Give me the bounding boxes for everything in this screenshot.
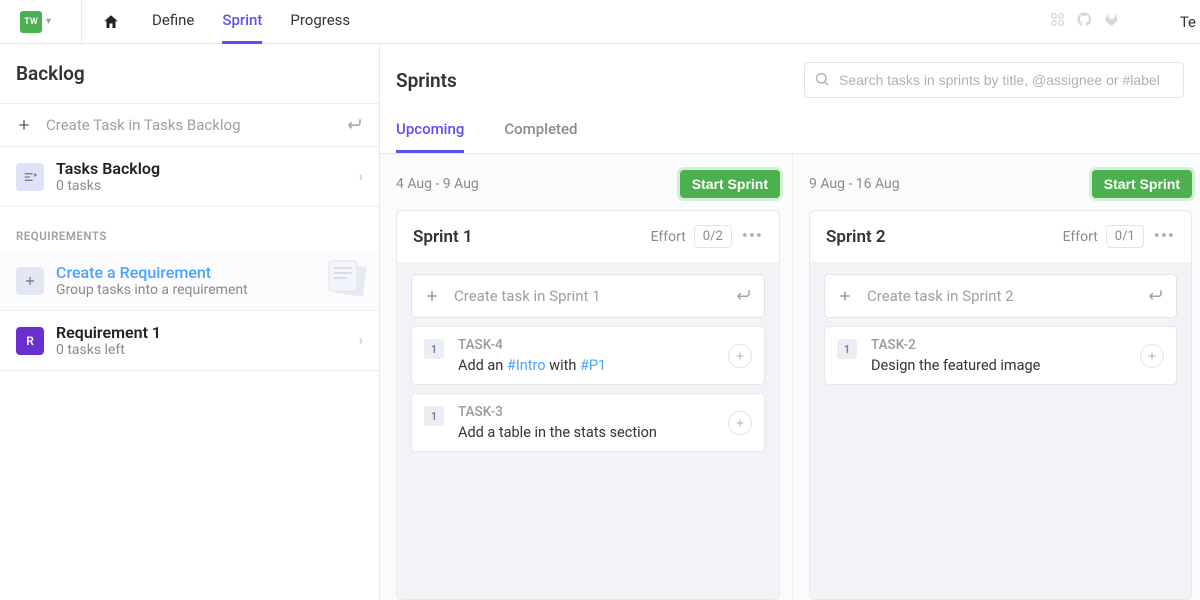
nav-tabs: Define Sprint Progress xyxy=(152,0,350,44)
plus-icon xyxy=(424,288,440,304)
gitlab-icon[interactable] xyxy=(1103,11,1120,32)
sprint-column-1: 4 Aug - 9 Aug Start Sprint Sprint 1 Effo… xyxy=(380,154,792,600)
create-task-placeholder: Create task in Sprint 1 xyxy=(454,287,734,305)
workspace-badge[interactable]: TW xyxy=(20,11,42,33)
sprint-1-effort: 0/2 xyxy=(694,225,732,248)
main-header: Sprints xyxy=(380,44,1200,98)
start-sprint-button[interactable]: Start Sprint xyxy=(1092,170,1192,198)
sprint-2-header: Sprint 2 Effort 0/1 ••• xyxy=(810,211,1191,262)
task-3[interactable]: 1 TASK-3 Add a table in the stats sectio… xyxy=(411,393,765,452)
task-title: Add an #Intro with #P1 xyxy=(458,357,606,374)
tag-intro[interactable]: #Intro xyxy=(507,357,546,374)
github-icon[interactable] xyxy=(1076,11,1093,32)
effort-label: Effort xyxy=(651,229,686,245)
plus-icon xyxy=(16,117,32,133)
tab-sprint[interactable]: Sprint xyxy=(222,0,262,44)
document-icon xyxy=(323,259,369,303)
sprint-1-name: Sprint 1 xyxy=(413,227,473,247)
create-task-backlog[interactable]: Create Task in Tasks Backlog xyxy=(0,103,379,147)
slack-icon[interactable] xyxy=(1049,11,1066,32)
sprint-1-header: Sprint 1 Effort 0/2 ••• xyxy=(397,211,779,262)
sprint-column-2: 9 Aug - 16 Aug Start Sprint Sprint 2 Eff… xyxy=(792,154,1200,600)
sprint-2-dates: 9 Aug - 16 Aug xyxy=(809,176,900,192)
create-task-sprint-2[interactable]: Create task in Sprint 2 xyxy=(824,274,1177,318)
subtab-completed[interactable]: Completed xyxy=(504,120,577,153)
divider xyxy=(81,0,82,44)
add-assignee-button[interactable] xyxy=(728,411,752,435)
sprint-2-body: Create task in Sprint 2 1 TASK-2 Design … xyxy=(810,262,1191,599)
chevron-right-icon: › xyxy=(359,169,363,185)
tag-p1[interactable]: #P1 xyxy=(580,357,606,374)
sprint-2-card: Sprint 2 Effort 0/1 ••• Create task in S… xyxy=(809,210,1192,600)
task-effort-badge: 1 xyxy=(837,339,857,359)
tasks-backlog-title: Tasks Backlog xyxy=(56,159,160,178)
search-input[interactable] xyxy=(804,62,1184,98)
tasks-backlog-subtitle: 0 tasks xyxy=(56,178,160,194)
more-icon[interactable]: ••• xyxy=(1154,228,1175,246)
plus-icon xyxy=(16,267,44,295)
chevron-down-icon[interactable]: ▾ xyxy=(46,16,51,27)
requirement-1-subtitle: 0 tasks left xyxy=(56,342,161,358)
create-task-placeholder: Create task in Sprint 2 xyxy=(867,287,1146,305)
task-2[interactable]: 1 TASK-2 Design the featured image xyxy=(824,326,1177,385)
enter-icon xyxy=(1146,285,1164,307)
more-icon[interactable]: ••• xyxy=(742,228,763,246)
sidebar-title: Backlog xyxy=(0,44,379,103)
sprint-2-top: 9 Aug - 16 Aug Start Sprint xyxy=(809,154,1192,210)
tab-define[interactable]: Define xyxy=(152,0,194,44)
sprint-2-name: Sprint 2 xyxy=(826,227,886,247)
create-task-placeholder: Create Task in Tasks Backlog xyxy=(46,116,345,134)
create-requirement-title: Create a Requirement xyxy=(56,263,248,282)
task-code: TASK-3 xyxy=(458,404,657,420)
task-effort-badge: 1 xyxy=(424,339,444,359)
backlog-icon xyxy=(16,163,44,191)
requirement-badge: R xyxy=(16,327,44,355)
chevron-right-icon: › xyxy=(359,333,363,349)
layout: Backlog Create Task in Tasks Backlog Tas… xyxy=(0,44,1200,600)
sprint-1-top: 4 Aug - 9 Aug Start Sprint xyxy=(396,154,780,210)
right-link[interactable]: Te xyxy=(1180,13,1196,31)
add-assignee-button[interactable] xyxy=(728,344,752,368)
create-task-sprint-1[interactable]: Create task in Sprint 1 xyxy=(411,274,765,318)
enter-icon xyxy=(734,285,752,307)
task-code: TASK-2 xyxy=(871,337,1040,353)
task-title: Add a table in the stats section xyxy=(458,424,657,441)
sidebar: Backlog Create Task in Tasks Backlog Tas… xyxy=(0,44,380,600)
sprints-board: 4 Aug - 9 Aug Start Sprint Sprint 1 Effo… xyxy=(380,154,1200,600)
home-icon[interactable] xyxy=(102,13,120,31)
sprint-1-dates: 4 Aug - 9 Aug xyxy=(396,176,479,192)
sprint-2-effort: 0/1 xyxy=(1106,225,1144,248)
page-title: Sprints xyxy=(396,69,457,92)
task-effort-badge: 1 xyxy=(424,406,444,426)
integrations xyxy=(1049,11,1120,32)
task-title: Design the featured image xyxy=(871,357,1040,374)
task-4[interactable]: 1 TASK-4 Add an #Intro with #P1 xyxy=(411,326,765,385)
requirement-1-title: Requirement 1 xyxy=(56,323,161,342)
start-sprint-button[interactable]: Start Sprint xyxy=(680,170,780,198)
plus-icon xyxy=(837,288,853,304)
requirements-label: REQUIREMENTS xyxy=(0,207,379,251)
add-assignee-button[interactable] xyxy=(1140,344,1164,368)
sprint-1-body: Create task in Sprint 1 1 TASK-4 Add an … xyxy=(397,262,779,599)
create-requirement[interactable]: Create a Requirement Group tasks into a … xyxy=(0,251,379,311)
task-code: TASK-4 xyxy=(458,337,606,353)
create-requirement-subtitle: Group tasks into a requirement xyxy=(56,282,248,298)
enter-icon xyxy=(345,114,363,136)
search-wrap xyxy=(804,62,1184,98)
subtabs: Upcoming Completed xyxy=(380,98,1200,154)
sprint-1-card: Sprint 1 Effort 0/2 ••• Create task in S… xyxy=(396,210,780,600)
sidebar-item-requirement-1[interactable]: R Requirement 1 0 tasks left › xyxy=(0,311,379,371)
tab-progress[interactable]: Progress xyxy=(290,0,350,44)
topbar: TW ▾ Define Sprint Progress Te xyxy=(0,0,1200,44)
search-icon xyxy=(814,71,830,91)
subtab-upcoming[interactable]: Upcoming xyxy=(396,120,464,153)
sidebar-item-tasks-backlog[interactable]: Tasks Backlog 0 tasks › xyxy=(0,147,379,207)
effort-label: Effort xyxy=(1063,229,1098,245)
main: Sprints Upcoming Completed 4 Aug - 9 Aug… xyxy=(380,44,1200,600)
